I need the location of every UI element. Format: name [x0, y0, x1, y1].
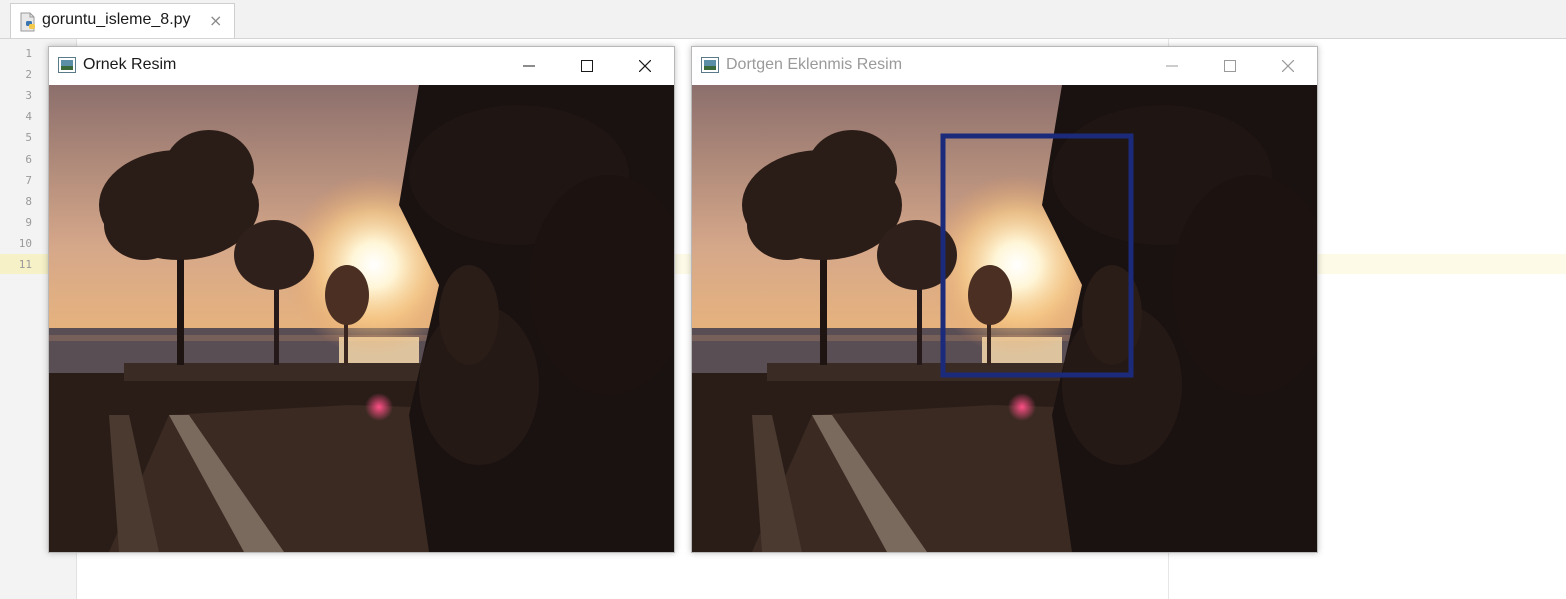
line-number: 3 — [25, 89, 32, 102]
window-app-icon — [701, 57, 719, 73]
window-titlebar[interactable]: Dortgen Eklenmis Resim — [692, 47, 1317, 85]
window-dortgen-eklenmis-resim[interactable]: Dortgen Eklenmis Resim — [691, 46, 1318, 553]
sunset-photo-with-rectangle — [692, 85, 1317, 552]
python-file-icon — [19, 12, 37, 32]
close-icon — [639, 60, 651, 72]
line-number: 1 — [25, 47, 32, 60]
window-app-icon — [58, 57, 76, 73]
editor-tab-bar: goruntu_isleme_8.py × — [0, 0, 1566, 39]
minimize-button[interactable] — [1152, 51, 1192, 81]
editor-tab[interactable]: goruntu_isleme_8.py × — [10, 3, 235, 38]
line-number: 6 — [25, 153, 32, 166]
close-button[interactable] — [625, 51, 665, 81]
close-icon — [1282, 60, 1294, 72]
minimize-button[interactable] — [509, 51, 549, 81]
tab-filename: goruntu_isleme_8.py — [42, 11, 191, 28]
sunset-photo — [49, 85, 674, 552]
line-number: 9 — [25, 216, 32, 229]
line-number: 7 — [25, 174, 32, 187]
window-titlebar[interactable]: Ornek Resim — [49, 47, 674, 85]
window-title: Ornek Resim — [83, 56, 177, 73]
line-number: 4 — [25, 110, 32, 123]
line-number: 10 — [18, 237, 32, 250]
maximize-icon — [581, 60, 593, 72]
minimize-icon — [1166, 65, 1178, 67]
line-number: 8 — [25, 195, 32, 208]
maximize-icon — [1224, 60, 1236, 72]
line-number: 2 — [25, 68, 32, 81]
tab-close-icon[interactable]: × — [209, 11, 222, 30]
line-number: 5 — [25, 131, 32, 144]
line-number: 11 — [18, 258, 32, 271]
close-button[interactable] — [1268, 51, 1308, 81]
window-title: Dortgen Eklenmis Resim — [726, 56, 903, 73]
window-ornek-resim[interactable]: Ornek Resim — [48, 46, 675, 553]
maximize-button[interactable] — [567, 51, 607, 81]
minimize-icon — [523, 65, 535, 67]
maximize-button[interactable] — [1210, 51, 1250, 81]
